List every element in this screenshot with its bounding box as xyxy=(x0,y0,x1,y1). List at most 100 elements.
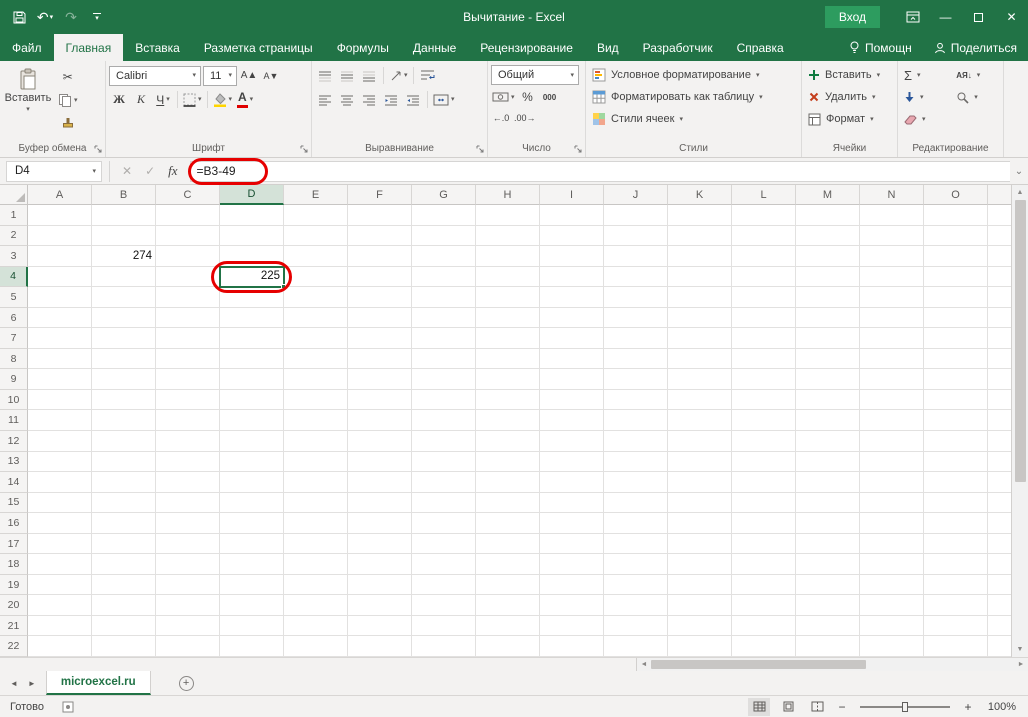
share-button[interactable]: Поделиться xyxy=(923,34,1028,61)
row-header-13[interactable]: 13 xyxy=(0,451,28,473)
cell-H10[interactable] xyxy=(476,389,540,411)
cell-B1[interactable] xyxy=(92,205,156,226)
cell-N15[interactable] xyxy=(860,492,924,514)
increase-decimal-button[interactable]: ←.0 xyxy=(491,108,511,128)
cell-L2[interactable] xyxy=(732,225,796,247)
tab-help[interactable]: Справка xyxy=(725,34,796,61)
align-center-button[interactable] xyxy=(337,90,357,110)
row-header-15[interactable]: 15 xyxy=(0,492,28,514)
cell-D5[interactable] xyxy=(220,287,284,308)
cell-F4[interactable] xyxy=(348,266,412,288)
cell-C5[interactable] xyxy=(156,287,220,308)
cell-E2[interactable] xyxy=(284,225,348,247)
cell-L11[interactable] xyxy=(732,410,796,432)
cell-D1[interactable] xyxy=(220,205,284,226)
cell-L13[interactable] xyxy=(732,451,796,473)
cell-C8[interactable] xyxy=(156,348,220,370)
align-top-button[interactable] xyxy=(315,66,335,86)
cell-L12[interactable] xyxy=(732,431,796,452)
cell-K8[interactable] xyxy=(668,348,732,370)
cell-I1[interactable] xyxy=(540,205,604,226)
cell-I6[interactable] xyxy=(540,307,604,329)
cell-A3[interactable] xyxy=(28,246,92,267)
scroll-right-icon[interactable]: ► xyxy=(1014,658,1028,671)
cell-M17[interactable] xyxy=(796,533,860,555)
cell-E4[interactable] xyxy=(284,266,348,288)
cell-E14[interactable] xyxy=(284,472,348,493)
cell-C2[interactable] xyxy=(156,225,220,247)
cell-E13[interactable] xyxy=(284,451,348,473)
cell-M5[interactable] xyxy=(796,287,860,308)
column-header-N[interactable]: N xyxy=(860,185,924,205)
sort-filter-button[interactable]: АЯ↓ ▾ xyxy=(953,65,1000,85)
insert-function-icon[interactable]: fx xyxy=(168,163,177,179)
page-layout-view-button[interactable] xyxy=(777,698,799,716)
cell-H12[interactable] xyxy=(476,431,540,452)
font-size-select[interactable]: 11 ▾ xyxy=(203,65,237,86)
cell-J6[interactable] xyxy=(604,307,668,329)
cell-J17[interactable] xyxy=(604,533,668,555)
cell-M7[interactable] xyxy=(796,328,860,349)
cell-N1[interactable] xyxy=(860,205,924,226)
cell-I4[interactable] xyxy=(540,266,604,288)
cell-I21[interactable] xyxy=(540,615,604,637)
row-header-22[interactable]: 22 xyxy=(0,636,28,657)
cell-L9[interactable] xyxy=(732,369,796,390)
cell-G3[interactable] xyxy=(412,246,476,267)
cell-E22[interactable] xyxy=(284,636,348,657)
macro-record-icon[interactable] xyxy=(62,701,74,713)
scroll-up-icon[interactable]: ▲ xyxy=(1013,186,1027,199)
cell-O21[interactable] xyxy=(924,615,988,637)
cell-J7[interactable] xyxy=(604,328,668,349)
cell-B6[interactable] xyxy=(92,307,156,329)
cell-A8[interactable] xyxy=(28,348,92,370)
cell-J5[interactable] xyxy=(604,287,668,308)
cell-G14[interactable] xyxy=(412,472,476,493)
cell-L19[interactable] xyxy=(732,574,796,596)
row-header-4[interactable]: 4 xyxy=(0,266,28,288)
cell-D17[interactable] xyxy=(220,533,284,555)
conditional-formatting-button[interactable]: Условное форматирование ▾ xyxy=(589,65,798,85)
cell-G9[interactable] xyxy=(412,369,476,390)
cell-N19[interactable] xyxy=(860,574,924,596)
italic-button[interactable]: К xyxy=(131,90,151,110)
cell-O10[interactable] xyxy=(924,389,988,411)
scroll-left-icon[interactable]: ◄ xyxy=(637,658,651,671)
cell-O11[interactable] xyxy=(924,410,988,432)
cell-K15[interactable] xyxy=(668,492,732,514)
tab-home[interactable]: Главная xyxy=(53,34,124,61)
vertical-scroll-thumb[interactable] xyxy=(1014,200,1026,482)
cell-C15[interactable] xyxy=(156,492,220,514)
cell-G19[interactable] xyxy=(412,574,476,596)
cell-B10[interactable] xyxy=(92,389,156,411)
tab-review[interactable]: Рецензирование xyxy=(468,34,585,61)
horizontal-scrollbar[interactable]: ◄ ► xyxy=(636,658,1028,671)
row-header-3[interactable]: 3 xyxy=(0,246,28,267)
cell-E21[interactable] xyxy=(284,615,348,637)
cell-A2[interactable] xyxy=(28,225,92,247)
cell-F7[interactable] xyxy=(348,328,412,349)
cell-I7[interactable] xyxy=(540,328,604,349)
cell-N6[interactable] xyxy=(860,307,924,329)
cell-A1[interactable] xyxy=(28,205,92,226)
cell-M20[interactable] xyxy=(796,595,860,616)
cell-N9[interactable] xyxy=(860,369,924,390)
bold-button[interactable]: Ж xyxy=(109,90,129,110)
horizontal-scroll-thumb[interactable] xyxy=(651,660,867,669)
cell-F11[interactable] xyxy=(348,410,412,432)
cell-O4[interactable] xyxy=(924,266,988,288)
cell-I3[interactable] xyxy=(540,246,604,267)
autosum-button[interactable]: Σ ▾ xyxy=(901,65,945,85)
cell-D21[interactable] xyxy=(220,615,284,637)
column-header-I[interactable]: I xyxy=(540,185,604,205)
column-header-B[interactable]: B xyxy=(92,185,156,205)
cell-F14[interactable] xyxy=(348,472,412,493)
cell-O5[interactable] xyxy=(924,287,988,308)
format-painter-button[interactable] xyxy=(57,113,79,133)
cell-G8[interactable] xyxy=(412,348,476,370)
column-header-J[interactable]: J xyxy=(604,185,668,205)
sign-in-button[interactable]: Вход xyxy=(824,6,880,28)
cell-O12[interactable] xyxy=(924,431,988,452)
cell-K11[interactable] xyxy=(668,410,732,432)
clipboard-dialog-launcher[interactable] xyxy=(94,145,103,154)
